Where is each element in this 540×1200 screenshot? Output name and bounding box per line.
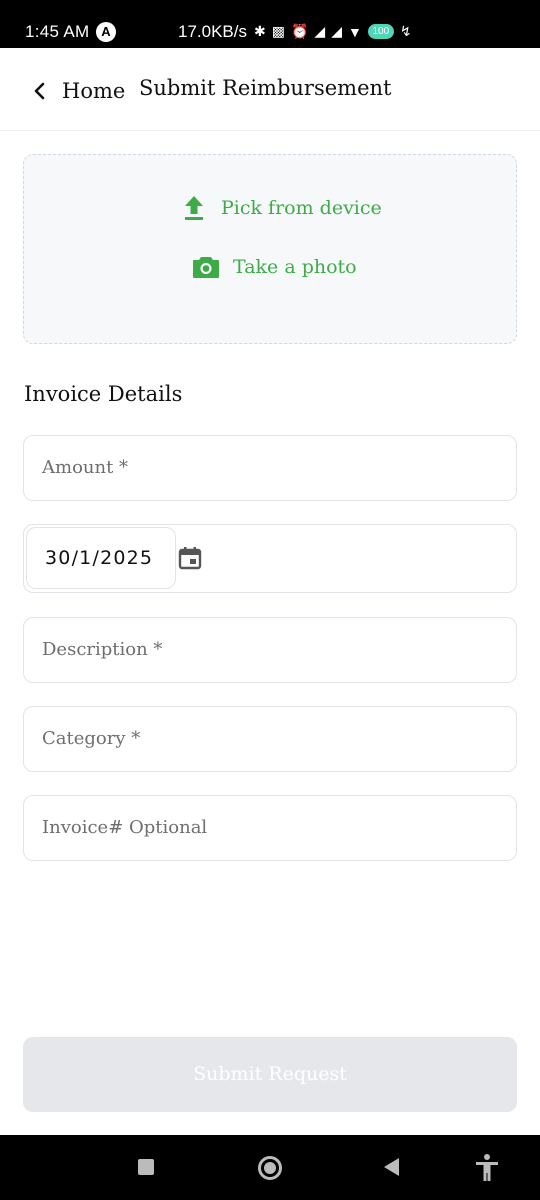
status-bar: 1:45 AM A 17.0KB/s ✱ ▩ ⏰ ◢ ◢ ▼ 100 ↯: [0, 0, 540, 48]
signal-icon: ◢: [331, 23, 342, 39]
signal-icon: ◢: [314, 23, 326, 39]
amount-placeholder: Amount *: [42, 457, 129, 478]
camera-icon: [193, 257, 219, 278]
take-photo-button[interactable]: Take a photo: [191, 252, 357, 282]
pick-from-device-label: Pick from device: [221, 197, 382, 219]
submit-request-button[interactable]: Submit Request: [23, 1037, 517, 1112]
wifi-icon: ▼: [347, 23, 362, 40]
bluetooth-icon: ✱: [254, 23, 266, 39]
recent-apps-button[interactable]: [138, 1159, 154, 1175]
description-placeholder: Description *: [42, 639, 163, 660]
description-field[interactable]: Description *: [23, 617, 517, 683]
page-title: Submit Reimbursement: [139, 76, 392, 100]
upload-dropzone[interactable]: Pick from device Take a photo: [23, 154, 517, 344]
date-field[interactable]: 30/1/2025: [23, 524, 517, 593]
status-icons: ✱ ▩ ⏰ ◢ ◢ ▼ 100 ↯: [254, 23, 412, 40]
calendar-icon[interactable]: [177, 545, 203, 571]
take-photo-label: Take a photo: [233, 256, 357, 278]
battery-icon: 100: [367, 24, 394, 39]
category-field[interactable]: Category *: [23, 706, 517, 772]
back-nav-button[interactable]: [384, 1158, 399, 1176]
upload-icon: [185, 196, 203, 220]
back-label: Home: [62, 79, 126, 103]
navigation-app-icon: A: [96, 22, 116, 42]
invoice-details-heading: Invoice Details: [24, 382, 183, 406]
invoice-number-field[interactable]: Invoice# Optional: [23, 795, 517, 861]
date-value[interactable]: 30/1/2025: [26, 527, 176, 589]
accessibility-icon[interactable]: [474, 1153, 500, 1183]
app-header: Home Submit Reimbursement: [0, 48, 540, 131]
alarm-icon: ⏰: [290, 23, 309, 39]
amount-field[interactable]: Amount *: [23, 435, 517, 501]
invoice-number-placeholder: Invoice# Optional: [42, 817, 208, 838]
home-button[interactable]: [258, 1156, 282, 1180]
charging-icon: ↯: [399, 23, 412, 39]
category-placeholder: Category *: [42, 728, 141, 749]
vibrate-icon: ▩: [271, 23, 285, 39]
back-button[interactable]: Home: [30, 76, 130, 106]
chevron-left-icon: [34, 82, 45, 100]
pick-from-device-button[interactable]: Pick from device: [179, 193, 382, 223]
network-speed: 17.0KB/s: [178, 22, 247, 41]
system-nav-bar: [0, 1135, 540, 1200]
status-time: 1:45 AM: [25, 22, 90, 41]
